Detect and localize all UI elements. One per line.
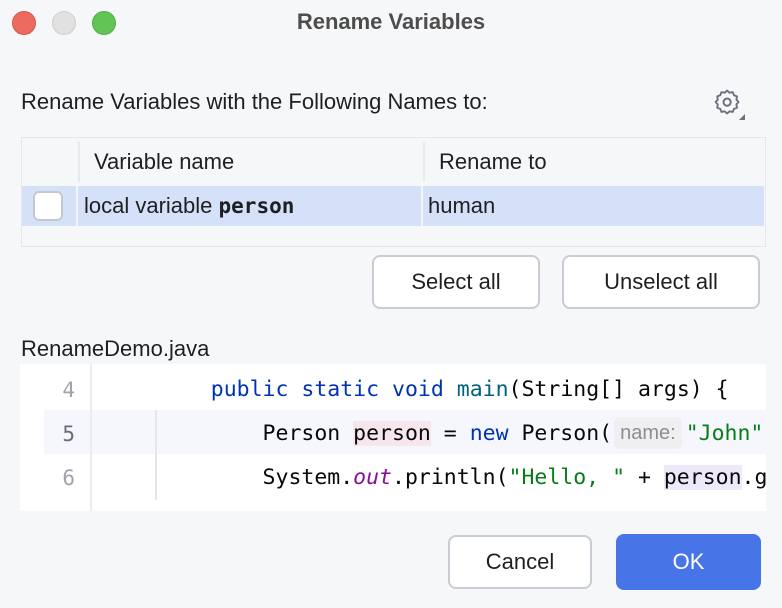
code-token: }	[159, 509, 224, 511]
dialog-heading: Rename Variables with the Following Name…	[21, 89, 488, 114]
code-token: person	[353, 421, 431, 446]
column-header-variable-name[interactable]: Variable name	[94, 138, 234, 185]
code-line: 4 public static void main(String[] args)…	[20, 368, 766, 412]
ok-button[interactable]: OK	[616, 534, 761, 590]
preview-file-name: RenameDemo.java	[21, 336, 210, 361]
code-token: .getName());	[741, 465, 766, 490]
code-text: }	[159, 500, 224, 511]
variable-name: person	[218, 194, 295, 218]
code-token: "Hello, "	[508, 465, 626, 490]
code-token: .println(	[392, 465, 509, 490]
line-number: 7	[20, 500, 75, 511]
table-row[interactable]: local variable person human	[22, 186, 764, 226]
cell-divider	[76, 186, 78, 226]
unselect-all-button[interactable]: Unselect all	[562, 255, 760, 309]
cell-divider	[421, 186, 423, 226]
column-divider[interactable]	[78, 142, 80, 182]
code-token: Person(	[508, 421, 613, 446]
table-header: Variable name Rename to	[22, 138, 765, 185]
row-checkbox[interactable]	[33, 191, 63, 221]
variables-table: Variable name Rename to local variable p…	[21, 137, 766, 247]
code-text: public static void main(String[] args) {	[159, 368, 729, 412]
select-all-button[interactable]: Select all	[372, 255, 540, 309]
line-number: 4	[62, 378, 75, 402]
code-token: +	[625, 465, 664, 490]
rename-to-cell[interactable]: human	[428, 186, 495, 226]
parameter-hint: name:	[614, 417, 682, 449]
code-token: new	[469, 421, 509, 446]
code-text: Person person = new Person(name:"John");	[159, 412, 766, 456]
code-token: System.	[159, 465, 354, 490]
code-token: static	[301, 377, 380, 402]
code-line: 6 System.out.println("Hello, " + person.…	[20, 456, 766, 500]
column-header-rename-to[interactable]: Rename to	[439, 138, 547, 185]
code-line: 5 Person person = new Person(name: "John"…	[20, 412, 766, 456]
code-token: out	[353, 465, 393, 490]
code-line: 7 }	[20, 500, 766, 511]
code-text: System.out.println("Hello, " + person.ge…	[159, 456, 766, 500]
code-token: Person	[159, 421, 354, 446]
variable-kind: local variable	[84, 193, 219, 218]
title-bar: Rename Variables	[0, 0, 782, 46]
dialog-title: Rename Variables	[296, 9, 486, 34]
code-token: main	[456, 377, 509, 402]
line-number: 5	[62, 422, 75, 446]
code-token: (String[] args) {	[508, 377, 729, 402]
code-token: person	[663, 465, 742, 490]
code-token: void	[392, 377, 444, 402]
code-token: public	[210, 377, 289, 402]
settings-button[interactable]	[711, 86, 747, 122]
code-token: =	[430, 421, 470, 446]
cancel-button[interactable]: Cancel	[448, 535, 592, 589]
gear-icon	[714, 89, 745, 120]
line-number: 6	[62, 466, 75, 490]
code-token: "John");	[685, 421, 766, 446]
column-divider[interactable]	[423, 142, 425, 182]
variable-name-cell: local variable person	[84, 186, 294, 226]
code-preview[interactable]: 4 public static void main(String[] args)…	[20, 364, 766, 511]
